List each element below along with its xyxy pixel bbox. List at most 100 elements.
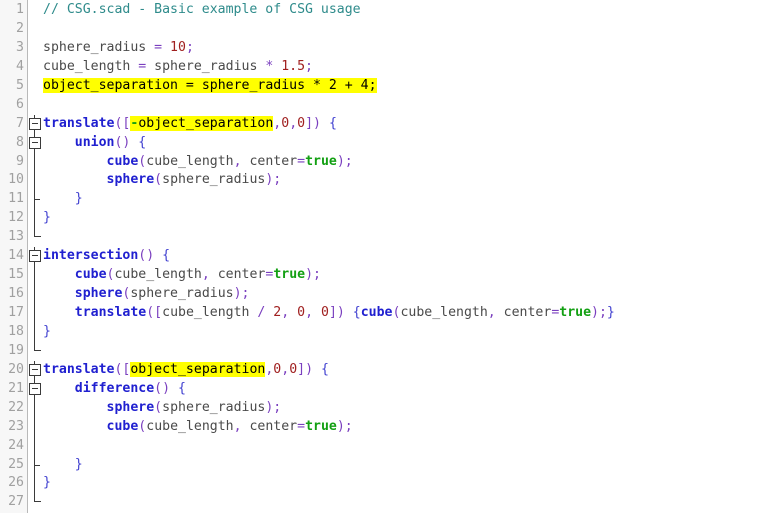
fold-marker-empty [28, 96, 43, 115]
code-line[interactable] [43, 96, 772, 115]
highlighted-token: * [312, 77, 329, 93]
code-line[interactable]: } [43, 474, 772, 493]
code-line[interactable]: sphere_radius = 10; [43, 39, 772, 58]
code-line[interactable]: intersection() { [43, 247, 772, 266]
code-token: ]) [297, 361, 321, 377]
line-number: 9 [16, 153, 24, 169]
line-number: 8 [16, 134, 24, 150]
code-token: ( [154, 399, 163, 415]
code-token: } [43, 475, 51, 491]
fold-collapse-icon[interactable] [29, 117, 41, 130]
code-token: cube_length [114, 267, 202, 283]
highlighted-token: 2 [328, 77, 337, 93]
code-line[interactable] [43, 342, 772, 361]
fold-marker-open[interactable] [28, 379, 43, 399]
code-token: ]) [328, 305, 353, 320]
code-token: cube [106, 418, 139, 434]
line-number: 20 [8, 361, 24, 377]
code-token: () [114, 134, 139, 150]
code-folding-margin[interactable] [28, 0, 43, 513]
code-token: 0 [281, 115, 290, 131]
code-line[interactable] [43, 493, 772, 512]
code-token: { [328, 115, 337, 131]
fold-collapse-icon[interactable] [29, 363, 41, 376]
code-token: , [201, 267, 218, 283]
code-token: cube [106, 153, 139, 169]
code-token: true [305, 153, 337, 169]
code-line[interactable]: } [43, 456, 772, 475]
fold-collapse-icon[interactable] [29, 250, 41, 263]
line-number: 4 [16, 58, 24, 74]
code-token: sphere_radius [162, 399, 266, 415]
code-line[interactable]: } [43, 323, 772, 342]
code-line[interactable]: object_separation = sphere_radius * 2 + … [43, 77, 772, 96]
code-line[interactable]: // CSG.scad - Basic example of CSG usage [43, 1, 772, 20]
code-line[interactable]: } [43, 209, 772, 228]
code-editor[interactable]: 1 2 3 4 5 6 7 8 9 10 11 12 13 14 15 16 17 18 19 20 21 22 23 24 2… [0, 0, 772, 513]
code-token: center [249, 153, 298, 169]
fold-connector-line [34, 436, 35, 456]
line-number: 27 [8, 494, 24, 510]
code-line[interactable]: sphere(sphere_radius); [43, 171, 772, 190]
line-number: 13 [8, 229, 24, 245]
code-token: ); [305, 267, 321, 283]
highlighted-token: + [336, 77, 361, 93]
code-line[interactable] [43, 437, 772, 456]
line-number: 23 [8, 418, 24, 434]
code-line[interactable]: cube(cube_length, center=true); [43, 418, 772, 437]
code-line[interactable]: union() { [43, 134, 772, 153]
code-token: sphere [74, 286, 123, 302]
code-token: true [559, 305, 592, 320]
code-token: // CSG.scad - Basic example of CSG usage [43, 2, 361, 17]
code-line[interactable]: difference() { [43, 380, 772, 399]
fold-collapse-icon[interactable] [29, 382, 41, 395]
fold-marker-open[interactable] [28, 360, 43, 380]
code-line[interactable]: } [43, 190, 772, 209]
fold-marker-line [28, 436, 43, 456]
code-token: } [74, 191, 83, 207]
code-token: 0 [297, 115, 306, 131]
highlighted-token: 4 [360, 77, 369, 93]
line-number: 10 [8, 172, 24, 188]
code-token: } [43, 323, 51, 339]
code-token: ([ [146, 305, 163, 320]
line-number: 22 [8, 399, 24, 415]
fold-marker-open[interactable] [28, 247, 43, 267]
code-token: sphere_radius [130, 286, 234, 302]
code-token: ( [154, 172, 163, 188]
line-number: 19 [8, 342, 24, 358]
fold-marker-open[interactable] [28, 133, 43, 153]
line-number: 26 [8, 475, 24, 491]
code-token: , [289, 115, 298, 131]
line-number-gutter[interactable]: 1 2 3 4 5 6 7 8 9 10 11 12 13 14 15 16 17 18 19 20 21 22 23 24 2… [0, 0, 28, 513]
code-line[interactable]: translate([cube_length / 2, 0, 0]) {cube… [43, 304, 772, 323]
highlighted-token: ; [368, 77, 377, 93]
code-line[interactable]: cube_length = sphere_radius * 1.5; [43, 58, 772, 77]
code-line[interactable]: cube(cube_length, center=true); [43, 266, 772, 285]
code-token: true [273, 267, 306, 283]
code-text-area[interactable]: // CSG.scad - Basic example of CSG usage… [43, 0, 772, 513]
fold-collapse-icon[interactable] [29, 136, 41, 149]
code-line[interactable]: sphere(sphere_radius); [43, 285, 772, 304]
code-line[interactable] [43, 20, 772, 39]
code-line[interactable]: sphere(sphere_radius); [43, 399, 772, 418]
code-token: cube [74, 267, 107, 283]
line-number: 1 [16, 2, 24, 17]
code-token: ); [591, 305, 607, 320]
code-token: sphere [106, 172, 155, 188]
code-line[interactable] [43, 228, 772, 247]
code-line[interactable]: cube(cube_length, center=true); [43, 153, 772, 172]
fold-marker-open[interactable] [28, 114, 43, 134]
code-token: sphere_radius [43, 39, 155, 55]
code-line[interactable]: translate([object_separation,0,0]) { [43, 361, 772, 380]
code-token: , [233, 153, 250, 169]
code-token: } [74, 456, 83, 472]
fold-connector-line [34, 266, 35, 286]
code-line[interactable]: translate([-object_separation,0,0]) { [43, 115, 772, 134]
